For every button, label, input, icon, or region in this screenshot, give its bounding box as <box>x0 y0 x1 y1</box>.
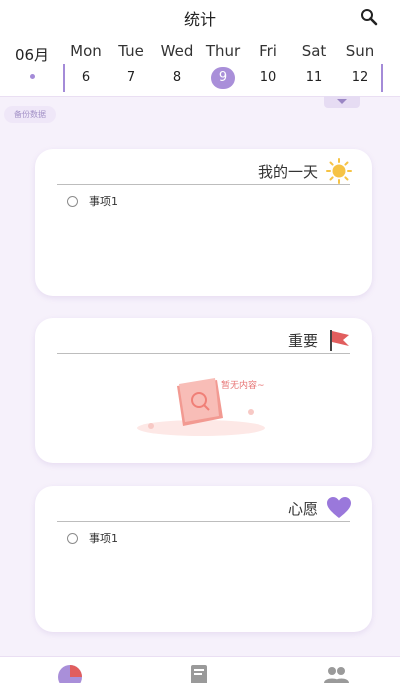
weekday-label: Fri <box>259 42 277 60</box>
search-icon[interactable] <box>360 8 378 26</box>
item-label: 事项1 <box>89 532 118 545</box>
weekday-label: Mon <box>70 42 102 60</box>
weekday-label: Sat <box>301 42 327 60</box>
collapse-calendar-toggle[interactable] <box>324 96 360 108</box>
month-label[interactable]: 06月 <box>12 44 52 65</box>
heart-icon <box>327 497 351 518</box>
empty-state-text: 暂无内容~ <box>221 381 265 391</box>
day-number: 8 <box>172 70 182 85</box>
card-important[interactable]: 重要 暂无内容~ <box>35 318 372 463</box>
weekday-label: Tue <box>118 42 144 60</box>
day-number: 11 <box>305 70 323 85</box>
checkbox-circle[interactable] <box>67 195 78 207</box>
week-calendar: 06月 Mon 6 Tue 7 Wed 8 Thur 9 Fri 10 Sat … <box>0 38 400 97</box>
day-number: 6 <box>81 70 91 85</box>
card-my-day[interactable]: 我的一天 事项1 <box>35 149 372 296</box>
card-title: 心愿 <box>287 499 318 518</box>
app-header: 统计 <box>0 0 400 39</box>
day-tue[interactable]: Tue 7 <box>109 42 153 89</box>
card-wishes[interactable]: 心愿 事项1 <box>35 486 372 632</box>
card-title: 我的一天 <box>257 162 318 181</box>
flag-icon <box>330 330 349 351</box>
day-mon[interactable]: Mon 6 <box>64 42 108 89</box>
day-fri[interactable]: Fri 10 <box>246 42 290 89</box>
weekday-label: Wed <box>160 42 194 60</box>
card-divider <box>57 521 350 522</box>
checkbox-circle[interactable] <box>67 532 78 544</box>
card-header: 我的一天 <box>257 158 352 184</box>
stats-icon[interactable] <box>56 663 84 683</box>
day-thur[interactable]: Thur 9 <box>201 42 245 89</box>
page-title: 统计 <box>183 10 216 29</box>
card-divider <box>57 353 350 354</box>
card-divider <box>57 184 350 185</box>
weekday-label: Sun <box>345 42 375 60</box>
card-header: 心愿 <box>288 496 352 520</box>
list-item[interactable]: 事项1 <box>67 193 118 209</box>
card-header: 重要 <box>288 328 352 352</box>
item-label: 事项1 <box>89 195 118 208</box>
day-sat[interactable]: Sat 11 <box>292 42 336 89</box>
list-item[interactable]: 事项1 <box>67 530 118 546</box>
people-icon[interactable] <box>322 663 350 683</box>
day-number: 7 <box>126 70 136 85</box>
card-title: 重要 <box>287 331 318 350</box>
day-sun[interactable]: Sun 12 <box>338 42 382 89</box>
backup-data-button[interactable]: 备份数据 <box>4 106 56 123</box>
notes-icon[interactable] <box>186 663 214 683</box>
day-number: 12 <box>351 70 369 85</box>
sun-icon <box>326 158 352 184</box>
weekday-label: Thur <box>205 42 241 60</box>
day-number: 10 <box>259 70 277 85</box>
today-indicator-dot <box>30 74 35 79</box>
bottom-tab-bar <box>0 656 400 683</box>
day-number-selected: 9 <box>211 67 235 89</box>
day-wed[interactable]: Wed 8 <box>155 42 199 89</box>
